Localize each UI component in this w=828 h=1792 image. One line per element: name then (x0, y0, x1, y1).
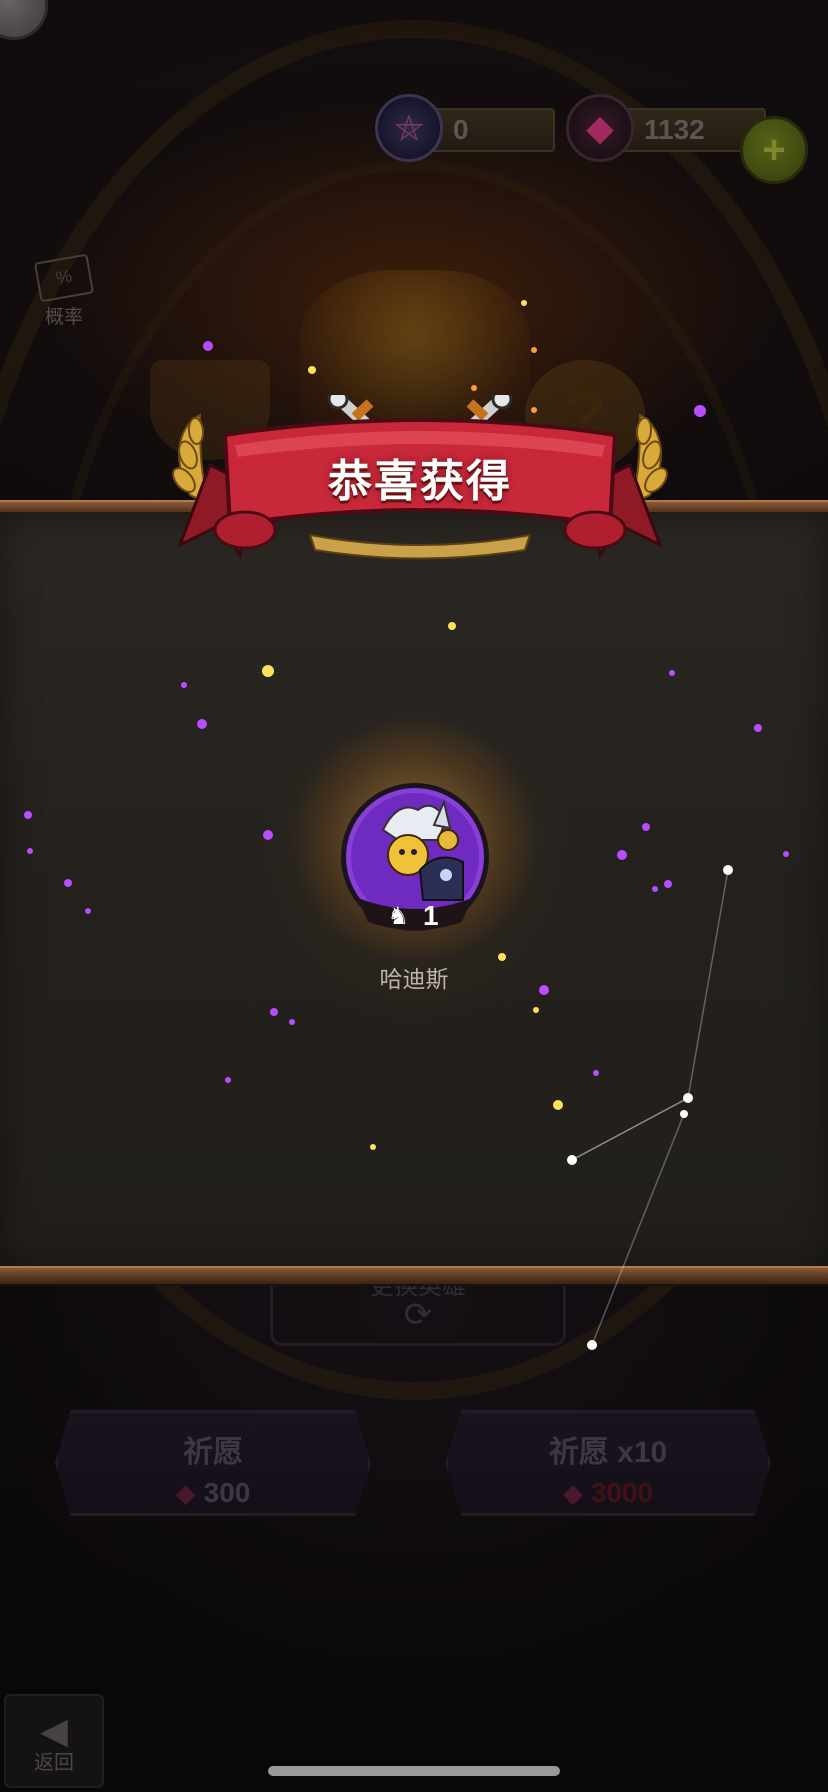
pentacle-icon: ⛤ (375, 94, 443, 162)
home-indicator[interactable] (268, 1766, 560, 1776)
gem-icon: ◆ (566, 94, 634, 162)
banner-title: 恭喜获得 (328, 457, 512, 506)
congrats-banner: 恭喜获得 (170, 388, 670, 575)
panel-bottom-plank (0, 1266, 828, 1286)
game-screen: ⛤ 0 ◆ 1132 + % 概率 ? 更换英雄 ⟳ 祈愿 ◆ 300 祈愿 x1… (0, 0, 828, 1792)
hero-quantity-value: 1 (422, 900, 439, 931)
horse-icon: ♞ (387, 902, 409, 930)
hero-name: 哈迪斯 (379, 966, 449, 992)
hero-quantity: ♞ 1 (368, 898, 458, 934)
